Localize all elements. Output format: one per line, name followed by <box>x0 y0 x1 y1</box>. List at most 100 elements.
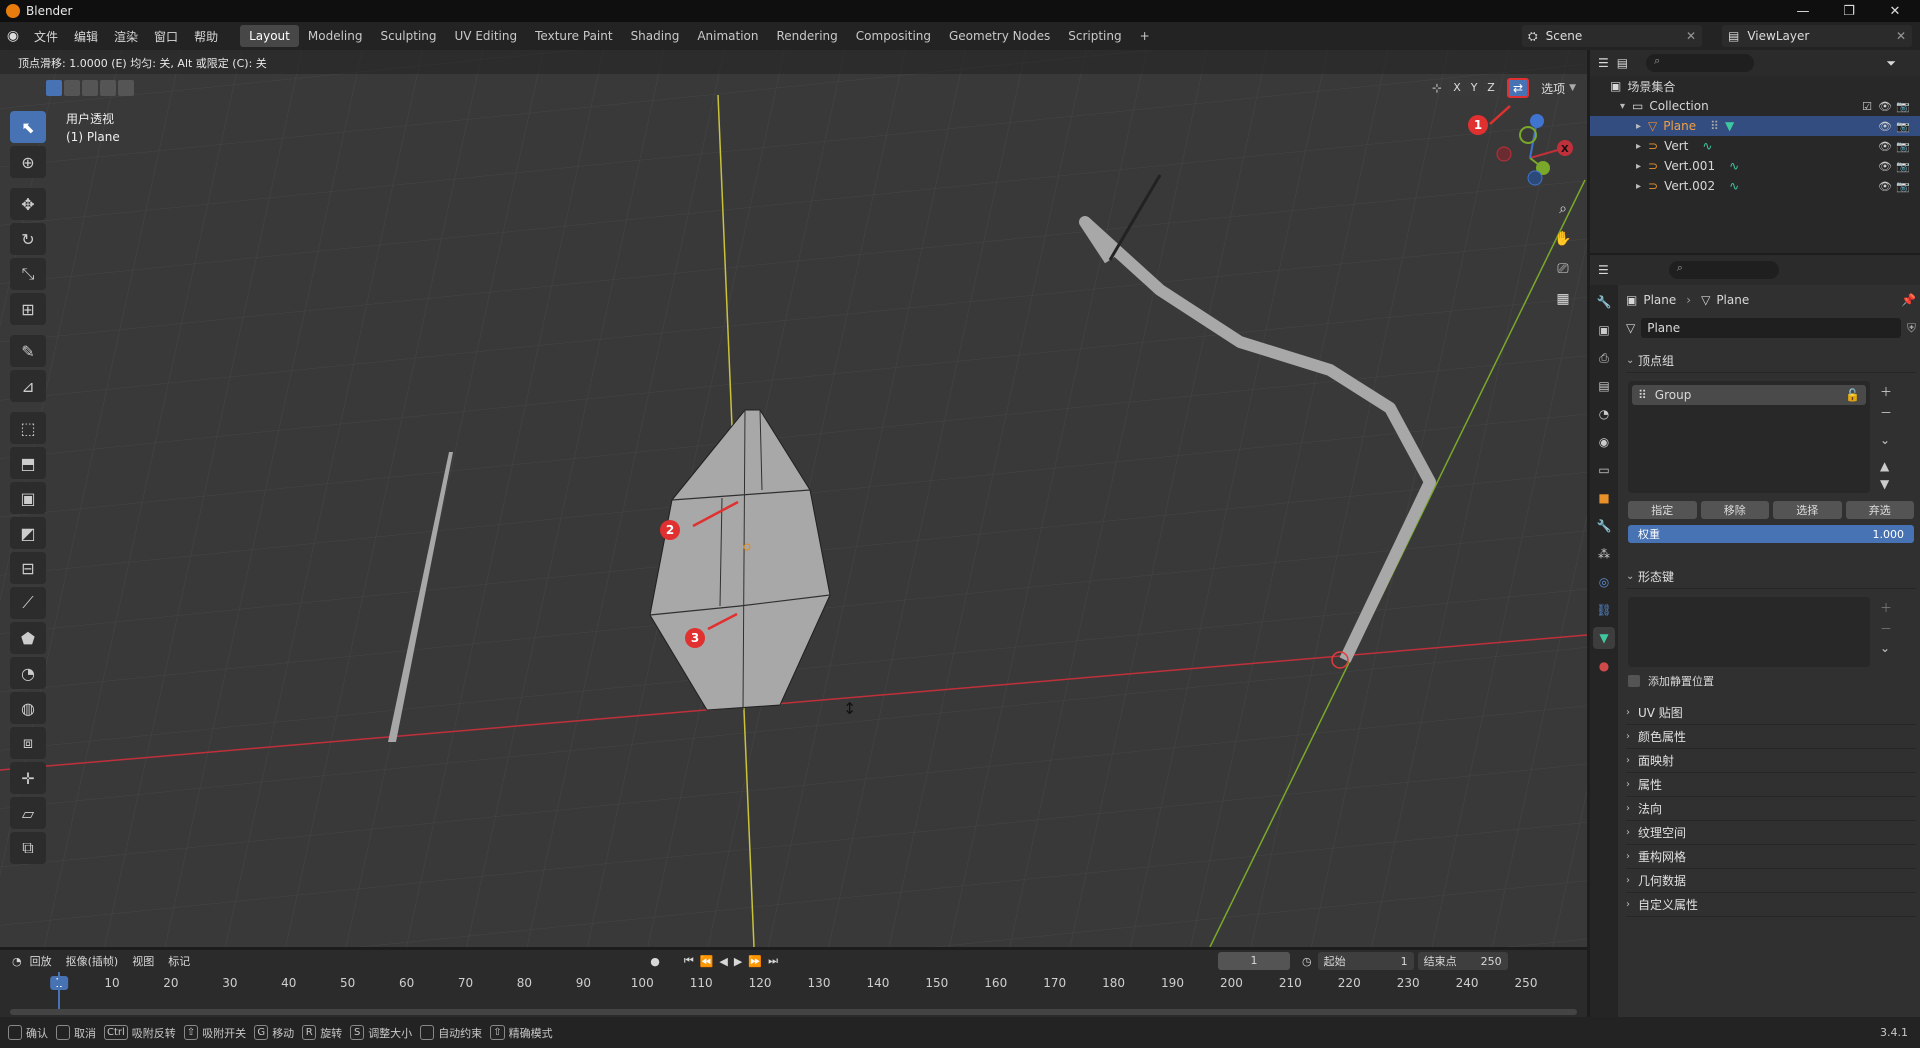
smooth-tool-icon[interactable]: ◍ <box>10 692 46 724</box>
tab-uv-editing[interactable]: UV Editing <box>446 25 527 47</box>
vertex-group-list[interactable]: ⠿ Group 🔓 <box>1628 381 1870 493</box>
menu-window[interactable]: 窗口 <box>146 28 186 45</box>
checkbox[interactable] <box>1628 675 1640 687</box>
add-cube-tool-icon[interactable]: ⬚ <box>10 412 46 444</box>
perspective-toggle-icon[interactable]: ▦ <box>1550 286 1576 312</box>
visibility-eye-icon[interactable]: 👁 <box>1878 160 1892 173</box>
panel-normals[interactable]: › 法向 <box>1626 797 1916 821</box>
spin-tool-icon[interactable]: ◔ <box>10 657 46 689</box>
select-intersect-icon[interactable] <box>118 80 134 96</box>
panel-remesh[interactable]: › 重构网格 <box>1626 845 1916 869</box>
filter-icon[interactable]: ⏷ <box>1886 56 1896 71</box>
options-dropdown[interactable]: 选项 <box>1541 80 1565 97</box>
rotate-tool-icon[interactable]: ↻ <box>10 223 46 255</box>
remove-button[interactable]: 移除 <box>1700 501 1769 519</box>
panel-geometry-data[interactable]: › 几何数据 <box>1626 869 1916 893</box>
gizmo-neg-z-icon[interactable] <box>1527 170 1543 186</box>
minimize-button[interactable]: — <box>1780 0 1826 22</box>
collection-tab-icon[interactable]: ▭ <box>1593 459 1615 481</box>
camera-view-icon[interactable]: ⎚ <box>1550 256 1576 282</box>
mesh-name-field[interactable]: Plane <box>1641 318 1901 338</box>
data-tab-icon[interactable]: ▼ <box>1593 627 1615 649</box>
render-camera-icon[interactable]: 📷 <box>1896 140 1910 153</box>
scale-tool-icon[interactable]: ⤡ <box>10 258 46 290</box>
scene-selector[interactable]: ⛭ Scene ✕ <box>1522 25 1702 47</box>
select-button[interactable]: 选择 <box>1773 501 1842 519</box>
move-down-icon[interactable]: ▼ <box>1880 477 1892 491</box>
scene-tab-icon[interactable]: ◔ <box>1593 403 1615 425</box>
editor-type-icon[interactable]: ☰ <box>1598 263 1609 277</box>
collection-checkbox-icon[interactable]: ☑ <box>1860 100 1874 113</box>
panel-texture-space[interactable]: › 纹理空间 <box>1626 821 1916 845</box>
add-icon[interactable]: ＋ <box>1880 599 1892 616</box>
material-tab-icon[interactable]: ● <box>1593 655 1615 677</box>
tab-layout[interactable]: Layout <box>240 25 299 47</box>
tab-geometry-nodes[interactable]: Geometry Nodes <box>940 25 1059 47</box>
tab-shading[interactable]: Shading <box>622 25 689 47</box>
tab-compositing[interactable]: Compositing <box>847 25 940 47</box>
specials-chevron-icon[interactable]: ⌄ <box>1880 641 1892 655</box>
tab-rendering[interactable]: Rendering <box>768 25 847 47</box>
modifier-tab-icon[interactable]: 🔧 <box>1593 515 1615 537</box>
mirror-z-button[interactable]: Z <box>1483 79 1500 97</box>
deselect-button[interactable]: 弃选 <box>1845 501 1914 519</box>
menu-render[interactable]: 渲染 <box>106 28 146 45</box>
transform-tool-icon[interactable]: ⊞ <box>10 293 46 325</box>
measure-tool-icon[interactable]: ⊿ <box>10 370 46 402</box>
move-up-icon[interactable]: ▲ <box>1880 459 1892 473</box>
mirror-icon[interactable]: ⊹ <box>1432 81 1442 95</box>
add-workspace-button[interactable]: + <box>1131 25 1159 47</box>
menu-edit[interactable]: 编辑 <box>66 28 106 45</box>
world-tab-icon[interactable]: ◉ <box>1593 431 1615 453</box>
remove-icon[interactable]: － <box>1880 620 1892 637</box>
remove-icon[interactable]: － <box>1880 404 1892 421</box>
blender-menu-icon[interactable]: ◉ <box>0 28 26 44</box>
restore-button[interactable]: ❐ <box>1826 0 1872 22</box>
scene-collection-row[interactable]: ▣ 场景集合 <box>1590 76 1920 96</box>
close-button[interactable]: ✕ <box>1872 0 1918 22</box>
cursor-tool-icon[interactable]: ⊕ <box>10 146 46 178</box>
tool-tab-icon[interactable]: 🔧 <box>1593 291 1615 313</box>
auto-merge-icon[interactable]: ⇄ <box>1507 78 1530 98</box>
menu-help[interactable]: 帮助 <box>186 28 226 45</box>
select-box-tool-icon[interactable]: ⬉ <box>10 111 46 143</box>
scene-close-icon[interactable]: ✕ <box>1686 29 1696 43</box>
3d-viewport[interactable]: ↕ X 顶点滑移: 1.0000 (E) 均匀: 关, Alt 或限定 (C):… <box>0 50 1587 947</box>
visibility-eye-icon[interactable]: 👁 <box>1878 120 1892 133</box>
outliner-item-vert-001[interactable]: ▸ ⊃ Vert.001 ∿ 👁 📷 <box>1590 156 1920 176</box>
move-tool-icon[interactable]: ✥ <box>10 188 46 220</box>
visibility-eye-icon[interactable]: 👁 <box>1878 140 1892 153</box>
view-layer-selector[interactable]: ▤ ViewLayer ✕ <box>1722 25 1912 47</box>
timeline-scrollbar[interactable] <box>10 1009 1577 1015</box>
fake-user-icon[interactable]: ⛨ <box>1907 321 1916 336</box>
frame-ruler[interactable]: 1102030405060708090100110120130140150160… <box>0 950 1587 1010</box>
tab-scripting[interactable]: Scripting <box>1059 25 1130 47</box>
view-layer-close-icon[interactable]: ✕ <box>1896 29 1906 43</box>
visibility-eye-icon[interactable]: 👁 <box>1878 180 1892 193</box>
add-icon[interactable]: ＋ <box>1880 383 1892 400</box>
outliner-item-vert[interactable]: ▸ ⊃ Vert ∿ 👁 📷 <box>1590 136 1920 156</box>
menu-file[interactable]: 文件 <box>26 28 66 45</box>
tab-animation[interactable]: Animation <box>688 25 767 47</box>
select-invert-icon[interactable] <box>100 80 116 96</box>
shrink-fatten-tool-icon[interactable]: ✛ <box>10 762 46 794</box>
render-camera-icon[interactable]: 📷 <box>1896 120 1910 133</box>
panel-attributes[interactable]: › 属性 <box>1626 773 1916 797</box>
pin-icon[interactable]: 📌 <box>1901 293 1916 307</box>
weight-slider[interactable]: 权重 1.000 <box>1628 525 1914 543</box>
vertex-groups-panel-header[interactable]: ⌄ 顶点组 <box>1626 349 1916 373</box>
inset-tool-icon[interactable]: ▣ <box>10 482 46 514</box>
expand-icon[interactable]: ▸ <box>1636 141 1648 152</box>
specials-chevron-icon[interactable]: ⌄ <box>1880 433 1892 447</box>
tab-modeling[interactable]: Modeling <box>299 25 372 47</box>
tab-sculpting[interactable]: Sculpting <box>371 25 445 47</box>
gizmo-neg-x-icon[interactable] <box>1496 146 1512 162</box>
object-tab-icon[interactable]: ■ <box>1593 487 1615 509</box>
properties-search-icon[interactable]: ⌕ <box>1668 261 1779 279</box>
shape-key-list[interactable] <box>1628 597 1870 667</box>
physics-tab-icon[interactable]: ◎ <box>1593 571 1615 593</box>
gizmo-z-icon[interactable] <box>1530 114 1544 128</box>
render-tab-icon[interactable]: ▣ <box>1593 319 1615 341</box>
mirror-y-button[interactable]: Y <box>1466 79 1483 97</box>
vertex-group-item[interactable]: ⠿ Group 🔓 <box>1632 385 1866 405</box>
